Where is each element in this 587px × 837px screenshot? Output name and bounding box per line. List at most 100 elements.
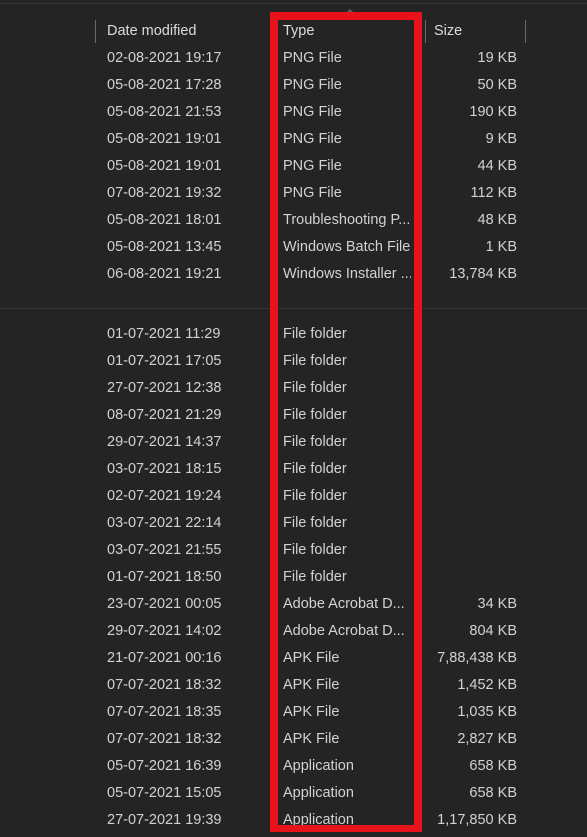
column-header-date-modified[interactable]: Date modified bbox=[107, 17, 196, 45]
column-divider-before-type[interactable] bbox=[274, 20, 275, 43]
cell-type: File folder bbox=[283, 353, 347, 369]
cell-type: File folder bbox=[283, 434, 347, 450]
table-row[interactable]: 01-07-2021 18:50 File folder bbox=[0, 564, 587, 591]
cell-date-modified: 27-07-2021 12:38 bbox=[107, 380, 222, 396]
cell-date-modified: 05-08-2021 13:45 bbox=[107, 239, 222, 255]
table-row[interactable]: 02-08-2021 19:17 PNG File 19 KB bbox=[0, 45, 587, 72]
cell-size: 1,17,850 KB bbox=[437, 812, 517, 828]
cell-date-modified: 03-07-2021 18:15 bbox=[107, 461, 222, 477]
column-divider-before-date[interactable] bbox=[95, 20, 96, 43]
column-header-type[interactable]: Type bbox=[283, 17, 314, 45]
cell-date-modified: 07-07-2021 18:35 bbox=[107, 704, 222, 720]
cell-size: 48 KB bbox=[477, 212, 518, 228]
table-row[interactable]: 07-08-2021 19:32 PNG File 112 KB bbox=[0, 180, 587, 207]
table-row[interactable]: 05-08-2021 13:45 Windows Batch File 1 KB bbox=[0, 234, 587, 261]
cell-size: 44 KB bbox=[477, 158, 518, 174]
table-row[interactable]: 07-07-2021 18:35 APK File 1,035 KB bbox=[0, 699, 587, 726]
cell-size: 13,784 KB bbox=[449, 266, 517, 282]
cell-type: PNG File bbox=[283, 50, 342, 66]
cell-type: PNG File bbox=[283, 158, 342, 174]
cell-size bbox=[425, 348, 517, 375]
table-row[interactable]: 01-07-2021 11:29 File folder bbox=[0, 321, 587, 348]
cell-type: APK File bbox=[283, 677, 340, 693]
cell-size bbox=[425, 510, 517, 537]
cell-date-modified: 03-07-2021 21:55 bbox=[107, 542, 222, 558]
cell-type: File folder bbox=[283, 380, 347, 396]
cell-type: Adobe Acrobat D... bbox=[283, 623, 405, 639]
cell-type: APK File bbox=[283, 731, 340, 747]
sort-ascending-caret-icon bbox=[346, 9, 354, 13]
column-header-row: Date modified Type Size bbox=[0, 17, 587, 45]
cell-type: Troubleshooting P... bbox=[283, 212, 411, 228]
table-row[interactable]: 03-07-2021 22:14 File folder bbox=[0, 510, 587, 537]
cell-type: Application bbox=[283, 812, 354, 828]
cell-type: File folder bbox=[283, 407, 347, 423]
cell-date-modified: 01-07-2021 17:05 bbox=[107, 353, 222, 369]
cell-size bbox=[425, 537, 517, 564]
cell-date-modified: 07-07-2021 18:32 bbox=[107, 731, 222, 747]
cell-date-modified: 02-07-2021 19:24 bbox=[107, 488, 222, 504]
table-row[interactable]: 05-08-2021 18:01 Troubleshooting P... 48 K… bbox=[0, 207, 587, 234]
cell-date-modified: 06-08-2021 19:21 bbox=[107, 266, 222, 282]
cell-date-modified: 01-07-2021 18:50 bbox=[107, 569, 222, 585]
cell-size: 50 KB bbox=[477, 77, 518, 93]
table-row[interactable]: 03-07-2021 18:15 File folder bbox=[0, 456, 587, 483]
cell-size: 19 KB bbox=[477, 50, 518, 66]
cell-date-modified: 07-08-2021 19:32 bbox=[107, 185, 222, 201]
column-divider-before-size[interactable] bbox=[425, 20, 426, 43]
table-row[interactable]: 27-07-2021 19:39 Application 1,17,850 KB bbox=[0, 807, 587, 834]
cell-size: 7,88,438 KB bbox=[437, 650, 517, 666]
cell-size: 804 KB bbox=[469, 623, 517, 639]
cell-size bbox=[425, 483, 517, 510]
table-row[interactable]: 05-08-2021 21:53 PNG File 190 KB bbox=[0, 99, 587, 126]
cell-type: File folder bbox=[283, 488, 347, 504]
table-row[interactable]: 05-08-2021 19:01 PNG File 9 KB bbox=[0, 126, 587, 153]
group-separator bbox=[0, 288, 587, 321]
cell-size bbox=[425, 456, 517, 483]
cell-date-modified: 01-07-2021 11:29 bbox=[107, 326, 221, 342]
file-explorer-list-view: Date modified Type Size 02-08-2021 19:17… bbox=[0, 0, 587, 837]
cell-date-modified: 21-07-2021 00:16 bbox=[107, 650, 222, 666]
table-row[interactable]: 07-07-2021 18:32 APK File 2,827 KB bbox=[0, 726, 587, 753]
cell-type: Adobe Acrobat D... bbox=[283, 596, 405, 612]
cell-size: 1 KB bbox=[485, 239, 517, 255]
column-header-size[interactable]: Size bbox=[434, 17, 462, 45]
cell-size: 658 KB bbox=[469, 785, 517, 801]
table-row[interactable]: 02-07-2021 19:24 File folder bbox=[0, 483, 587, 510]
table-row[interactable]: 29-07-2021 14:37 File folder bbox=[0, 429, 587, 456]
file-list: 02-08-2021 19:17 PNG File 19 KB 05-08-2021 … bbox=[0, 45, 587, 834]
cell-date-modified: 29-07-2021 14:02 bbox=[107, 623, 222, 639]
table-row[interactable]: 21-07-2021 00:16 APK File 7,88,438 KB bbox=[0, 645, 587, 672]
cell-date-modified: 02-08-2021 19:17 bbox=[107, 50, 222, 66]
group-separator-line bbox=[0, 308, 587, 309]
cell-date-modified: 05-08-2021 18:01 bbox=[107, 212, 222, 228]
cell-size bbox=[425, 321, 517, 348]
cell-size: 1,452 KB bbox=[457, 677, 517, 693]
table-row[interactable]: 23-07-2021 00:05 Adobe Acrobat D... 34 KB bbox=[0, 591, 587, 618]
cell-size bbox=[425, 375, 517, 402]
table-row[interactable]: 05-07-2021 16:39 Application 658 KB bbox=[0, 753, 587, 780]
table-row[interactable]: 08-07-2021 21:29 File folder bbox=[0, 402, 587, 429]
column-divider-after-size[interactable] bbox=[525, 20, 526, 43]
list-top-divider bbox=[0, 3, 587, 4]
cell-date-modified: 05-07-2021 15:05 bbox=[107, 785, 222, 801]
table-row[interactable]: 07-07-2021 18:32 APK File 1,452 KB bbox=[0, 672, 587, 699]
cell-date-modified: 29-07-2021 14:37 bbox=[107, 434, 222, 450]
table-row[interactable]: 06-08-2021 19:21 Windows Installer ... 13,… bbox=[0, 261, 587, 288]
table-row[interactable]: 29-07-2021 14:02 Adobe Acrobat D... 804 KB bbox=[0, 618, 587, 645]
cell-date-modified: 05-08-2021 21:53 bbox=[107, 104, 222, 120]
cell-date-modified: 05-08-2021 17:28 bbox=[107, 77, 222, 93]
table-row[interactable]: 01-07-2021 17:05 File folder bbox=[0, 348, 587, 375]
table-row[interactable]: 03-07-2021 21:55 File folder bbox=[0, 537, 587, 564]
table-row[interactable]: 27-07-2021 12:38 File folder bbox=[0, 375, 587, 402]
cell-type: File folder bbox=[283, 542, 347, 558]
cell-type: PNG File bbox=[283, 131, 342, 147]
cell-type: File folder bbox=[283, 515, 347, 531]
cell-type: File folder bbox=[283, 461, 347, 477]
cell-type: Windows Installer ... bbox=[283, 266, 411, 282]
table-row[interactable]: 05-07-2021 15:05 Application 658 KB bbox=[0, 780, 587, 807]
cell-date-modified: 03-07-2021 22:14 bbox=[107, 515, 222, 531]
cell-size: 34 KB bbox=[477, 596, 518, 612]
table-row[interactable]: 05-08-2021 17:28 PNG File 50 KB bbox=[0, 72, 587, 99]
table-row[interactable]: 05-08-2021 19:01 PNG File 44 KB bbox=[0, 153, 587, 180]
